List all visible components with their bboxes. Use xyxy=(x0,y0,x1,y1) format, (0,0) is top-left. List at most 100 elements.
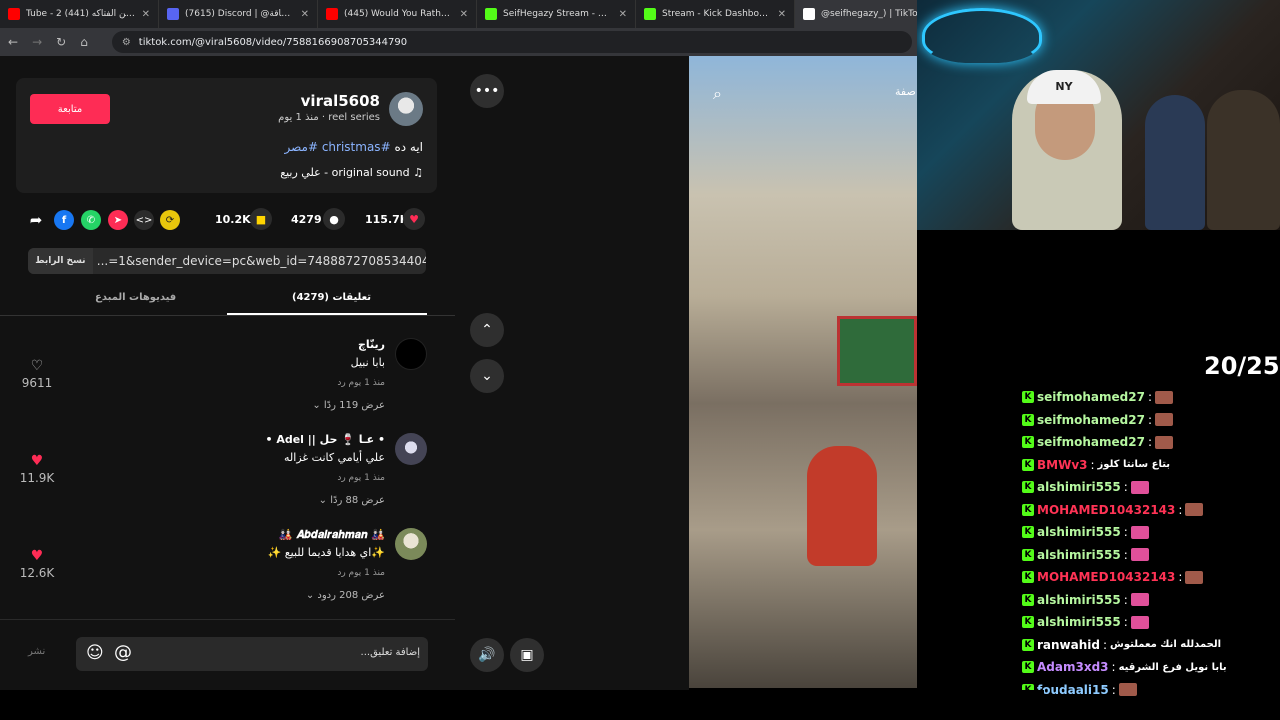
chat-separator: : xyxy=(1123,480,1128,495)
embed-icon[interactable]: <> xyxy=(134,210,154,230)
reload-icon[interactable]: ↻ xyxy=(56,35,66,49)
chat-username[interactable]: ranwahid xyxy=(1037,638,1100,652)
kick-chat: Kseifmohamed27 : Kseifmohamed27 : Kseifmoh… xyxy=(1022,386,1280,701)
chat-username[interactable]: alshimiri555 xyxy=(1037,525,1121,539)
share-link-text[interactable]: ...=1&sender_device=pc&web_id=7488872708… xyxy=(93,254,426,268)
comment-input[interactable]: ☺ @ إضافة تعليق... xyxy=(76,637,428,671)
kick-badge-icon: K xyxy=(1022,571,1034,584)
comment-meta[interactable]: منذ 1 يوم رد xyxy=(337,473,385,483)
share-link-box: نسخ الرابط ...=1&sender_device=pc&web_id… xyxy=(28,248,426,274)
close-icon[interactable]: ✕ xyxy=(778,9,786,20)
site-info-icon[interactable]: ⚙ xyxy=(122,37,131,48)
miniplayer-button[interactable]: ▣ xyxy=(510,638,544,672)
heart-filled-icon[interactable]: ♥ xyxy=(14,548,60,564)
emoji-icon[interactable]: ☺ xyxy=(86,643,104,663)
comment-like[interactable]: ♡ 9611 xyxy=(14,358,60,390)
chat-separator: : xyxy=(1090,457,1095,472)
facebook-icon[interactable]: f xyxy=(54,210,74,230)
emote-icon xyxy=(1154,413,1173,427)
next-video-button[interactable]: ⌄ xyxy=(470,359,504,393)
post-sound[interactable]: ♫ original sound - علي ربيع xyxy=(280,166,423,179)
screen: Tube - 2 انا قلبي ابن الفتاكه (441)✕ (76… xyxy=(0,0,1280,720)
view-replies[interactable]: عرض 208 ردود ⌄ xyxy=(306,590,385,601)
chat-username[interactable]: MOHAMED10432143 xyxy=(1037,503,1175,517)
home-icon[interactable]: ⌂ xyxy=(80,35,88,49)
search-icon[interactable]: ⌕ xyxy=(713,84,722,104)
follow-button[interactable]: متابعة xyxy=(30,94,110,124)
comment-like[interactable]: ♥ 11.9K xyxy=(14,453,60,485)
share-icon[interactable]: ➦ xyxy=(26,210,46,230)
kick-badge-icon: K xyxy=(1022,616,1034,629)
chat-username[interactable]: foudaali15 xyxy=(1037,683,1109,697)
comment-placeholder: إضافة تعليق... xyxy=(360,647,420,658)
chat-message: Kalshimiri555 : xyxy=(1022,521,1280,544)
author-avatar[interactable] xyxy=(389,92,423,126)
hashtags[interactable]: #christmas #مصر xyxy=(285,140,391,154)
chat-message: Kalshimiri555 : xyxy=(1022,589,1280,612)
browser-tab[interactable]: (445) Would You Rather...? 140✕ xyxy=(318,0,477,28)
chat-username[interactable]: alshimiri555 xyxy=(1037,615,1121,629)
emote-icon xyxy=(1185,503,1204,517)
close-icon[interactable]: ✕ xyxy=(619,9,627,20)
commenter-name[interactable]: 🎎 𝑨𝒃𝒅𝒂𝒍𝒓𝒂𝒉𝒎𝒂𝒏 🎎 xyxy=(279,528,385,542)
commenter-name[interactable]: رينّاچ xyxy=(358,338,385,351)
chat-username[interactable]: alshimiri555 xyxy=(1037,548,1121,562)
heart-filled-icon[interactable]: ♥ xyxy=(14,453,60,469)
comment-text: بابا نبيل xyxy=(350,356,385,369)
back-icon[interactable]: ← xyxy=(8,35,18,49)
emote-icon xyxy=(1154,390,1173,404)
chat-message: K BMWv3 : بتاع سانتا كلوز xyxy=(1022,454,1280,477)
close-icon[interactable]: ✕ xyxy=(142,9,150,20)
tab-comments[interactable]: تعليقات (4279) xyxy=(292,292,371,303)
emote-icon xyxy=(1130,480,1149,494)
bookmark-icon[interactable]: ■ xyxy=(250,208,272,230)
chat-username[interactable]: alshimiri555 xyxy=(1037,480,1121,494)
browser-tab[interactable]: SeifHegazy Stream - Watch Live✕ xyxy=(477,0,636,28)
post-comment-button[interactable]: نشر xyxy=(28,646,45,657)
commenter-avatar[interactable] xyxy=(395,338,427,370)
view-replies[interactable]: عرض 88 ردًا ⌄ xyxy=(319,495,385,506)
chat-username[interactable]: seifmohamed27 xyxy=(1037,390,1145,404)
chat-text: بابا نويل فرع الشرقيه xyxy=(1118,661,1227,673)
chat-username[interactable]: alshimiri555 xyxy=(1037,593,1121,607)
heart-icon[interactable]: ♥ xyxy=(403,208,425,230)
comment-like[interactable]: ♥ 12.6K xyxy=(14,548,60,580)
commenter-name[interactable]: • عـا 🍷 حل || Adel • xyxy=(265,433,385,446)
video-player[interactable]: ⌕ صفة xyxy=(689,56,917,688)
chevron-down-icon: ⌄ xyxy=(312,400,321,411)
browser-tab[interactable]: Stream - Kick Dashboard ✕ xyxy=(636,0,795,28)
chat-username[interactable]: seifmohamed27 xyxy=(1037,435,1145,449)
tab-creator-videos[interactable]: فيديوهات المبدع xyxy=(95,292,176,303)
volume-button[interactable]: 🔊 xyxy=(470,638,504,672)
comment-meta[interactable]: منذ 1 يوم رد xyxy=(337,568,385,578)
browser-tab[interactable]: (7615) Discord | @شطاقة ✕ xyxy=(159,0,318,28)
comment-icon[interactable]: ● xyxy=(323,208,345,230)
saves-count: 10.2K xyxy=(215,213,251,226)
telegram-icon[interactable]: ➤ xyxy=(108,210,128,230)
comment-meta[interactable]: منذ 1 يوم رد xyxy=(337,378,385,388)
repost-icon[interactable]: ⟳ xyxy=(160,210,180,230)
commenter-avatar[interactable] xyxy=(395,528,427,560)
url-field[interactable]: ⚙ tiktok.com/@viral5608/video/7588166908… xyxy=(111,31,912,53)
heart-outline-icon[interactable]: ♡ xyxy=(14,358,60,374)
mention-icon[interactable]: @ xyxy=(114,642,132,663)
miniplayer-icon: ▣ xyxy=(520,647,534,663)
whatsapp-icon[interactable]: ✆ xyxy=(81,210,101,230)
commenter-avatar[interactable] xyxy=(395,433,427,465)
close-icon[interactable]: ✕ xyxy=(460,9,468,20)
previous-video-button[interactable]: ⌃ xyxy=(470,313,504,347)
chat-username[interactable]: Adam3xd3 xyxy=(1037,660,1109,674)
copy-link-button[interactable]: نسخ الرابط xyxy=(28,248,93,274)
close-icon[interactable]: ✕ xyxy=(301,9,309,20)
chat-username[interactable]: MOHAMED10432143 xyxy=(1037,570,1175,584)
more-options-button[interactable]: ••• xyxy=(470,74,504,108)
chat-username[interactable]: seifmohamed27 xyxy=(1037,413,1145,427)
author-username[interactable]: viral5608 xyxy=(301,92,380,110)
browser-tab[interactable]: Tube - 2 انا قلبي ابن الفتاكه (441)✕ xyxy=(0,0,159,28)
youtube-icon xyxy=(326,8,338,20)
chat-username[interactable]: BMWv3 xyxy=(1037,458,1088,472)
view-replies[interactable]: عرض 119 ردًا ⌄ xyxy=(312,400,385,411)
chat-separator: : xyxy=(1123,525,1128,540)
forward-icon[interactable]: → xyxy=(32,35,42,49)
viewer-shape xyxy=(1207,90,1280,230)
